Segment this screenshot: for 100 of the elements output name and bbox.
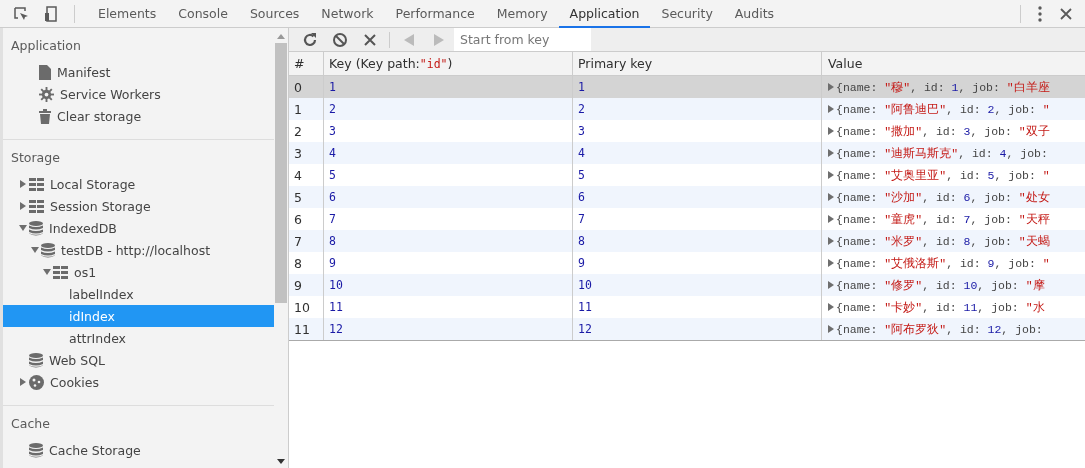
expand-arrow-icon[interactable] xyxy=(19,378,27,386)
panel-tab[interactable]: Security xyxy=(650,0,724,28)
expand-arrow-icon[interactable] xyxy=(31,246,39,254)
database-icon xyxy=(29,220,43,236)
gear-icon xyxy=(39,86,54,102)
refresh-icon xyxy=(302,31,318,48)
value-cell: {name: "卡妙", id: 11, job: "水 xyxy=(836,299,1045,315)
expand-arrow-icon[interactable] xyxy=(828,325,834,333)
table-icon xyxy=(53,265,68,279)
column-header[interactable]: # xyxy=(289,52,324,75)
scroll-up-icon[interactable] xyxy=(277,34,285,39)
panel-tab[interactable]: Sources xyxy=(238,0,311,28)
sidebar-item[interactable]: Cookies xyxy=(3,371,274,393)
close-icon[interactable] xyxy=(1059,6,1073,21)
file-icon xyxy=(39,64,51,80)
left-triangle-icon xyxy=(403,33,415,46)
sidebar-item[interactable]: Clear storage xyxy=(3,105,274,127)
block-icon xyxy=(332,31,348,48)
column-header[interactable]: Primary key xyxy=(573,52,822,75)
value-cell: {name: "迪斯马斯克", id: 4, job: xyxy=(836,145,1048,161)
expand-arrow-icon[interactable] xyxy=(828,171,834,179)
expand-arrow-icon[interactable] xyxy=(19,180,27,188)
expand-arrow-icon[interactable] xyxy=(828,259,834,267)
expand-arrow-icon[interactable] xyxy=(828,149,834,157)
value-cell: {name: "撒加", id: 3, job: "双子 xyxy=(836,123,1050,139)
right-triangle-icon xyxy=(433,33,445,46)
value-cell: {name: "阿布罗狄", id: 12, job: xyxy=(836,321,1043,337)
table-row[interactable]: 11 12 12 {name: "阿布罗狄", id: 12, job: xyxy=(289,318,1085,340)
sidebar-item[interactable]: Cache Storage xyxy=(3,439,274,461)
value-cell: {name: "艾俄洛斯", id: 9, job: " xyxy=(836,255,1050,271)
panel-tab[interactable]: Elements xyxy=(87,0,168,28)
row-index: 7 xyxy=(289,230,324,252)
row-index: 3 xyxy=(289,142,324,164)
table-icon xyxy=(29,199,44,213)
sidebar-item[interactable]: Local Storage xyxy=(3,173,274,195)
table-row[interactable]: 1 2 2 {name: "阿鲁迪巴", id: 2, job: " xyxy=(289,98,1085,120)
expand-arrow-icon[interactable] xyxy=(828,83,834,91)
sidebar-item[interactable]: labelIndex xyxy=(3,283,274,305)
sidebar-item[interactable]: Session Storage xyxy=(3,195,274,217)
expand-arrow-icon[interactable] xyxy=(828,193,834,201)
key-cell: 2 xyxy=(324,98,573,120)
sidebar-item[interactable]: IndexedDB xyxy=(3,217,274,239)
database-icon xyxy=(29,352,43,368)
panel-tab[interactable]: Console xyxy=(167,0,239,28)
key-cell: 10 xyxy=(324,274,573,296)
key-cell: 6 xyxy=(324,186,573,208)
row-index: 1 xyxy=(289,98,324,120)
sidebar-item[interactable]: os1 xyxy=(3,261,274,283)
cookie-icon xyxy=(29,374,44,390)
start-key-field[interactable]: Start from key xyxy=(454,28,591,51)
section-title: Storage xyxy=(10,149,61,167)
value-cell: {name: "穆", id: 1, job: "白羊座 xyxy=(836,79,1050,95)
column-header[interactable]: Value xyxy=(822,52,1085,75)
row-index: 11 xyxy=(289,318,324,340)
expand-arrow-icon[interactable] xyxy=(19,224,27,232)
expand-arrow-icon[interactable] xyxy=(828,105,834,113)
expand-arrow-icon[interactable] xyxy=(828,237,834,245)
panel-tab[interactable]: Performance xyxy=(384,0,486,28)
primary-key-cell: 6 xyxy=(573,186,822,208)
table-row[interactable]: 5 6 6 {name: "沙加", id: 6, job: "处女 xyxy=(289,186,1085,208)
panel-tab[interactable]: Network xyxy=(310,0,385,28)
primary-key-cell: 12 xyxy=(573,318,822,340)
close-icon xyxy=(364,33,376,46)
expand-arrow-icon[interactable] xyxy=(828,127,834,135)
sidebar-item[interactable]: attrIndex xyxy=(3,327,274,349)
value-cell: {name: "艾奥里亚", id: 5, job: " xyxy=(836,167,1050,183)
trash-icon xyxy=(39,108,51,124)
sidebar-item[interactable]: Service Workers xyxy=(3,83,274,105)
sidebar-item[interactable]: Manifest xyxy=(3,61,274,83)
key-cell: 4 xyxy=(324,142,573,164)
panel-tab[interactable]: Memory xyxy=(485,0,559,28)
value-cell: {name: "沙加", id: 6, job: "处女 xyxy=(836,189,1050,205)
table-row[interactable]: 3 4 4 {name: "迪斯马斯克", id: 4, job: xyxy=(289,142,1085,164)
value-cell: {name: "阿鲁迪巴", id: 2, job: " xyxy=(836,101,1050,117)
device-icon[interactable] xyxy=(42,4,60,23)
expand-arrow-icon[interactable] xyxy=(43,268,51,276)
key-cell: 8 xyxy=(324,230,573,252)
table-row[interactable]: 9 10 10 {name: "修罗", id: 10, job: "摩 xyxy=(289,274,1085,296)
primary-key-cell: 4 xyxy=(573,142,822,164)
section-title: Cache xyxy=(10,415,51,433)
row-index: 5 xyxy=(289,186,324,208)
database-icon xyxy=(29,442,43,458)
sidebar-item[interactable]: Web SQL xyxy=(3,349,274,371)
expand-arrow-icon[interactable] xyxy=(828,303,834,311)
section-title: Application xyxy=(10,37,82,55)
table-row[interactable]: 0 1 1 {name: "穆", id: 1, job: "白羊座 xyxy=(289,76,1085,98)
expand-arrow-icon[interactable] xyxy=(828,281,834,289)
sidebar-item[interactable]: testDB - http://localhost xyxy=(3,239,274,261)
primary-key-cell: 8 xyxy=(573,230,822,252)
column-header[interactable]: Key (Key path:"id") xyxy=(324,52,573,75)
value-cell: {name: "修罗", id: 10, job: "摩 xyxy=(836,277,1045,293)
scroll-down-icon[interactable] xyxy=(277,459,285,464)
expand-arrow-icon[interactable] xyxy=(828,215,834,223)
primary-key-cell: 2 xyxy=(573,98,822,120)
panel-tab[interactable]: Audits xyxy=(723,0,786,28)
key-cell: 12 xyxy=(324,318,573,340)
table-row[interactable]: 7 8 8 {name: "米罗", id: 8, job: "天蝎 xyxy=(289,230,1085,252)
table-icon xyxy=(29,177,44,191)
expand-arrow-icon[interactable] xyxy=(19,202,27,210)
value-cell: {name: "童虎", id: 7, job: "天秤 xyxy=(836,211,1050,227)
